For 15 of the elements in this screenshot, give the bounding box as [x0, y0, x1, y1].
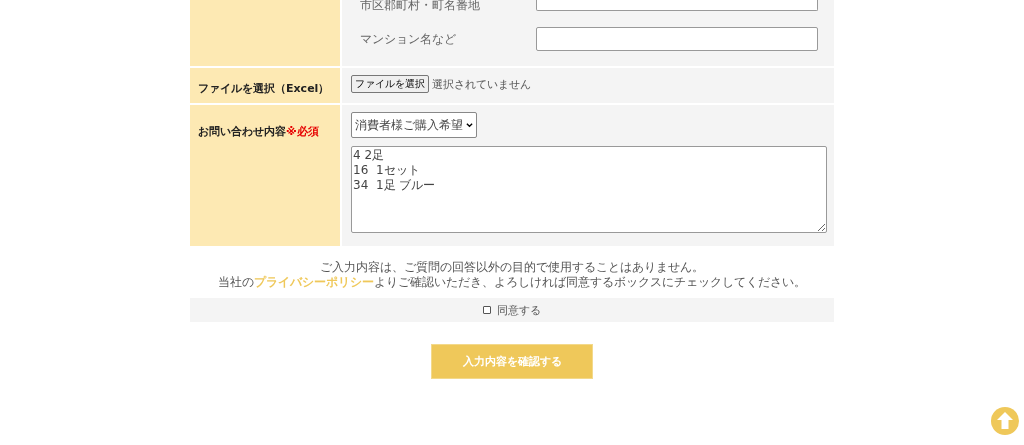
field-label: ファイルを選択（Excel）: [198, 81, 330, 96]
inquiry-type-dropdown[interactable]: 消費者様ご購入希望: [351, 112, 477, 138]
scroll-to-top-icon[interactable]: [991, 407, 1019, 435]
agree-checkbox[interactable]: [483, 306, 491, 314]
notice-text: 当社のプライバシーポリシーよりご確認いただき、よろしければ同意するボックスにチェックしてください。: [217, 275, 807, 290]
input-field[interactable]: [536, 27, 818, 51]
message-textarea[interactable]: 4 2足 16 1セット 34 1足 ブルー: [351, 146, 827, 233]
field-label: マンション名など: [360, 30, 457, 48]
input-field[interactable]: [536, 0, 818, 11]
field-label: お問い合わせ内容※必須: [198, 124, 319, 139]
caret-icon: [466, 122, 473, 128]
agree-label[interactable]: 同意する: [497, 302, 541, 318]
notice-text: ご入力内容は、ご質問の回答以外の目的で使用することはありません。: [319, 260, 705, 275]
file-select-button[interactable]: ファイルを選択: [351, 75, 429, 93]
file-status-text: 選択されていません: [432, 76, 531, 92]
